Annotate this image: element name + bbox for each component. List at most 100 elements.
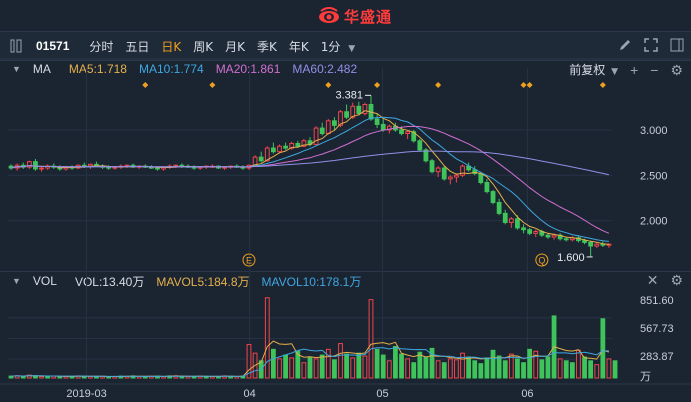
tab-period-6[interactable]: 年K [283,38,315,55]
candle-body [39,167,44,170]
volume-bar [8,375,14,379]
tab-period-3[interactable]: 周K [187,38,219,55]
tab-period-4[interactable]: 月K [219,38,251,55]
candle-body [228,165,234,168]
volume-bar [582,356,587,379]
minute-period-label: 1分 [320,39,341,54]
toolbar-right [617,37,685,53]
volume-bar [374,348,380,379]
volume-bar [332,359,337,379]
caret-down-icon: ▼ [611,67,619,77]
volume-bar [87,375,93,379]
period-toolbar: 01571 分时 五日 日K 周K 月K 季K 年K 1分 ▼ [0,31,691,61]
candle-body [502,212,508,223]
adjust-select[interactable]: 前复权 ▼ [569,61,618,78]
candle-body [393,125,398,131]
candle-body [600,243,606,246]
volume-bar [39,375,44,379]
candle-body [399,129,404,135]
volume-bar [338,343,343,379]
high-price-label: 3.381 [335,89,363,101]
candle-body [405,131,411,135]
candle-body [124,164,130,167]
volume-bar [447,358,453,379]
candle-body [173,164,179,167]
candle-body [277,145,282,153]
volume-bar [472,360,478,379]
candle-body [551,234,557,238]
volume-bar [368,299,374,379]
candle-body [75,164,81,169]
volume-bar [222,375,227,379]
volume-bar [14,375,20,379]
volume-bar [454,359,459,379]
candle-body [161,166,166,170]
candle-body [45,165,51,169]
ma-panel-controls: 前复权 ▼ + − ⚙ [569,61,683,78]
caret-down-icon: ▼ [348,43,356,54]
vol-panel-controls: ✕ ⚙ [647,273,683,287]
candle-body [100,165,105,168]
gear-icon[interactable]: ⚙ [670,273,683,287]
candle-body [496,201,502,214]
candle-body [148,166,154,169]
candle-body [417,140,423,151]
plus-icon[interactable]: + [630,63,638,77]
pen-icon[interactable] [617,37,633,53]
brand-name: 华盛通 [344,7,393,26]
candle-body [429,160,435,173]
volume-bar [161,375,166,379]
candle-body [264,147,270,162]
gear-icon[interactable]: ⚙ [670,63,683,77]
candle-body [441,167,447,180]
vol-panel-header: ▼ VOL VOL:13.40万 MAVOL5:184.8万 MAVOL10:1… [0,271,691,290]
volume-bar [100,375,105,379]
candle-body [411,131,417,142]
candle-body [234,165,240,168]
volume-bar [246,344,252,379]
candle-body [191,166,197,169]
price-tick-label: 2.000 [640,216,668,228]
brand-bar: 华盛通 [0,0,691,31]
candle-body [466,165,472,171]
minus-icon[interactable]: − [650,63,658,77]
volume-bar [325,348,331,379]
quarter-marker-circle [535,253,549,267]
earnings-marker-circle [242,253,256,267]
vol-value: VOL:13.40万 [74,274,145,289]
candle-body [26,161,32,168]
candle-body [112,166,118,169]
volume-bar [588,360,594,379]
volume-bar [344,353,349,379]
ma-title: MA [32,62,51,76]
candle-body [252,156,258,166]
candle-body [87,163,93,167]
date-tick-label: 06 [521,388,533,400]
event-diamond-marker [209,82,216,88]
volume-bar [45,375,51,379]
volume-bar [228,375,234,379]
event-diamond-marker [325,82,332,88]
candle-body [527,229,533,234]
candle-body [63,166,69,170]
stock-code[interactable]: 01571 [30,39,75,53]
sidebar-collapse-icon[interactable] [8,38,24,54]
volume-bar [362,355,368,379]
volume-bar [63,375,69,379]
collapse-caret-icon[interactable]: ▼ [12,64,21,74]
candle-body [533,231,539,234]
tab-period-0[interactable]: 分时 [83,38,119,55]
candle-body [423,149,429,162]
candle-body [447,176,453,180]
candle-body [246,164,252,169]
collapse-caret-icon[interactable]: ▼ [12,276,21,286]
minute-period-select[interactable]: 1分 ▼ [315,38,361,55]
close-icon[interactable]: ✕ [647,273,659,287]
tab-period-2[interactable]: 日K [155,38,187,55]
sidebar-toggle-icon[interactable] [669,37,685,53]
candle-body [81,164,87,167]
tab-period-1[interactable]: 五日 [119,38,155,55]
tab-period-5[interactable]: 季K [251,38,283,55]
fullscreen-icon[interactable] [643,37,659,53]
candle-body [557,234,563,240]
